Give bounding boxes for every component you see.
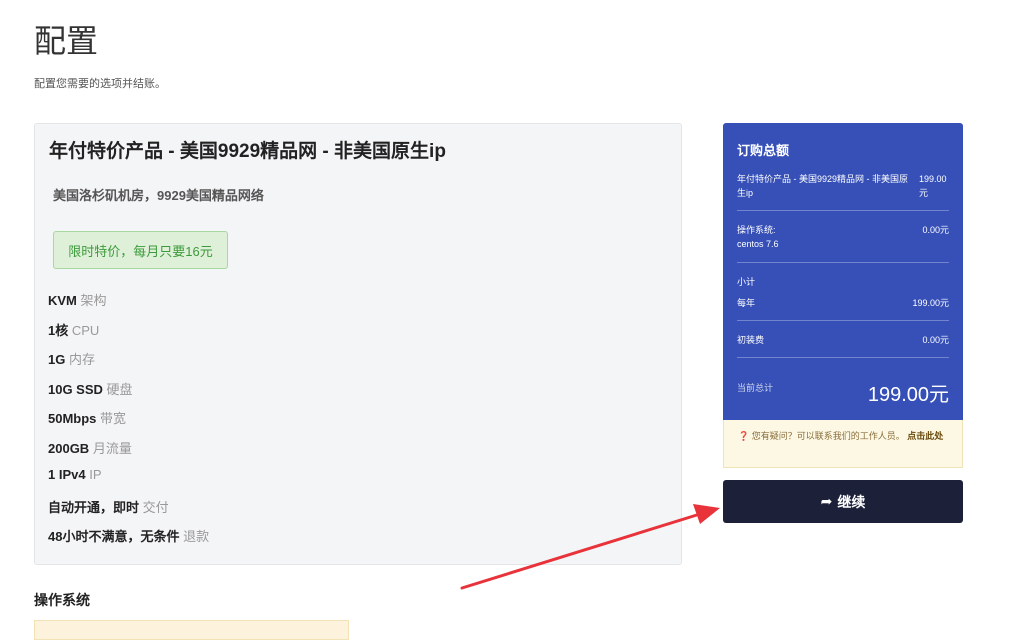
question-circle-icon: ❓ — [738, 431, 750, 441]
order-summary: 订购总额 年付特价产品 - 美国9929精品网 - 非美国原生ip 199.00… — [723, 123, 963, 420]
summary-setup-row: 初装费 0.00元 — [737, 333, 949, 347]
total-amount: 199.00元 — [867, 384, 949, 406]
os-section-heading: 操作系统 — [34, 592, 90, 608]
page-subtitle: 配置您需要的选项并结账。 — [34, 78, 166, 90]
spec-label: IP — [89, 467, 102, 482]
summary-period-price: 199.00元 — [912, 298, 949, 308]
total-label: 当前总计 — [737, 383, 774, 393]
summary-title: 订购总额 — [737, 143, 790, 158]
summary-os-value-row: centos 7.6 — [737, 237, 949, 251]
spec-value: 200GB — [48, 440, 90, 456]
summary-divider — [737, 320, 949, 321]
continue-button[interactable]: ➦ 继续 — [723, 480, 963, 523]
summary-os-label: 操作系统: — [737, 225, 776, 235]
page-title: 配置 — [34, 23, 99, 59]
spec-item: 自动开通，即时 交付 — [48, 497, 209, 527]
spec-value: 48小时不满意，无条件 — [48, 529, 180, 544]
summary-product-name: 年付特价产品 - 美国9929精品网 - 非美国原生ip — [737, 174, 909, 198]
summary-subtotal-row: 小计 — [737, 275, 949, 289]
spec-value: 1核 — [48, 322, 69, 338]
summary-os-value: centos 7.6 — [737, 239, 779, 249]
summary-period-label: 每年 — [737, 298, 756, 308]
spec-label: 交付 — [142, 499, 169, 515]
spec-item: 1核 CPU — [48, 320, 209, 350]
summary-divider — [737, 210, 949, 211]
help-contact-link[interactable]: 点击此处 — [907, 431, 943, 441]
spec-value: 1 IPv4 — [48, 467, 86, 482]
product-name: 年付特价产品 - 美国9929精品网 - 非美国原生ip — [49, 141, 446, 162]
summary-divider — [737, 357, 949, 358]
summary-product-row: 年付特价产品 - 美国9929精品网 - 非美国原生ip 199.00元 — [737, 172, 949, 200]
product-description: 美国洛杉矶机房，9929美国精品网络 — [53, 188, 264, 203]
spec-list: KVM 架构 1核 CPU 1G 内存 10G SSD 硬盘 50Mbps 带宽… — [48, 290, 209, 556]
spec-label: CPU — [71, 322, 100, 338]
annotation-arrow-head — [693, 504, 720, 524]
summary-divider — [737, 262, 949, 263]
promo-text: 限时特价，每月只要16元 — [68, 243, 213, 259]
summary-setup-label: 初装费 — [737, 335, 765, 345]
product-panel: 年付特价产品 - 美国9929精品网 - 非美国原生ip 美国洛杉矶机房，992… — [34, 123, 682, 565]
spec-item: 50Mbps 带宽 — [48, 408, 209, 438]
summary-os-row: 操作系统: 0.00元 — [737, 223, 949, 237]
spec-label: 硬盘 — [106, 381, 133, 397]
spec-item: 1G 内存 — [48, 349, 209, 379]
spec-value: 自动开通，即时 — [48, 499, 140, 515]
spec-label: 退款 — [183, 529, 210, 544]
summary-subtotal-label: 小计 — [737, 277, 756, 287]
promo-box: 限时特价，每月只要16元 — [53, 231, 228, 269]
spec-label: 带宽 — [100, 411, 127, 426]
summary-period-row: 每年 199.00元 — [737, 296, 949, 310]
os-option-box[interactable] — [34, 620, 349, 640]
help-text: 您有疑问？可以联系我们的工作人员。 — [751, 431, 905, 441]
spec-item: 10G SSD 硬盘 — [48, 379, 209, 409]
spec-value: 50Mbps — [48, 411, 97, 426]
spec-value: 1G — [48, 352, 66, 367]
spec-item: 1 IPv4 IP — [48, 467, 209, 497]
spec-label: 内存 — [68, 352, 95, 367]
summary-os-price: 0.00元 — [922, 225, 949, 235]
continue-label: 继续 — [837, 493, 866, 510]
spec-value: KVM — [48, 293, 77, 308]
spec-item: KVM 架构 — [48, 290, 209, 320]
summary-setup-price: 0.00元 — [922, 335, 949, 345]
share-arrow-icon: ➦ — [820, 493, 833, 509]
spec-item: 48小时不满意，无条件 退款 — [48, 526, 209, 556]
spec-value: 10G SSD — [48, 381, 103, 397]
help-box: ❓ 您有疑问？可以联系我们的工作人员。 点击此处 — [723, 420, 963, 468]
summary-product-price: 199.00元 — [919, 174, 947, 198]
spec-label: 架构 — [80, 293, 107, 308]
spec-label: 月流量 — [92, 440, 132, 456]
spec-item: 200GB 月流量 — [48, 438, 209, 468]
